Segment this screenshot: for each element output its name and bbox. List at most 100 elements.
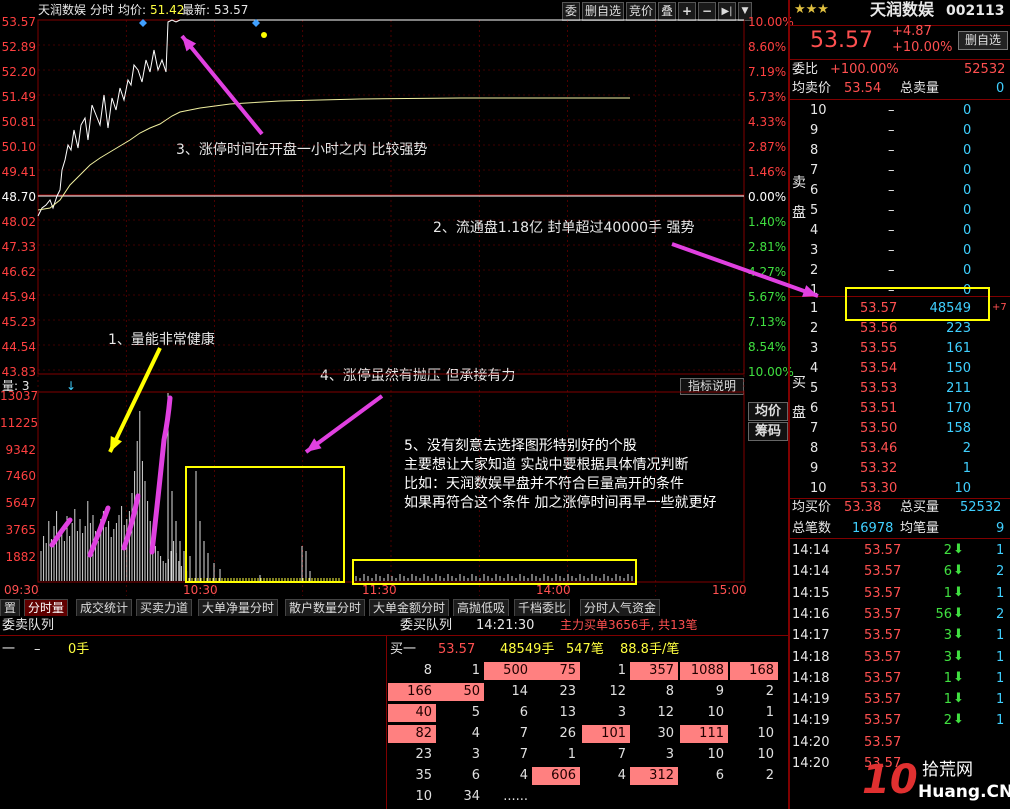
watermark-number: 10 <box>862 757 918 803</box>
tick-volume: 6 <box>943 564 952 580</box>
buy-level-index: 9 <box>810 461 819 476</box>
buy-level-volume: 211 <box>946 381 971 396</box>
avg-sell-value: 53.54 <box>844 81 882 96</box>
step-right-icon[interactable]: ▶| <box>718 2 736 21</box>
volume-tick-label: 5647 <box>5 496 36 511</box>
plus-icon[interactable]: + <box>678 2 696 21</box>
avg-price-button[interactable]: 均价 <box>748 402 788 421</box>
queue-cell: 7 <box>519 747 528 762</box>
auction-button[interactable]: 竞价 <box>626 2 656 21</box>
queue-cell: 7 <box>617 747 626 762</box>
buy-level-index: 6 <box>810 401 819 416</box>
volume-tick-label: 11225 <box>0 415 39 430</box>
tab-9[interactable]: 分时人气资金 <box>580 599 661 617</box>
buy-level-volume: 150 <box>946 361 971 376</box>
tab-0[interactable]: 置 <box>0 599 21 617</box>
tick-time: 14:18 <box>792 670 830 686</box>
buy-level-volume: 158 <box>946 421 971 436</box>
queue-cell: 357 <box>630 662 678 680</box>
sell-level-price: – <box>888 123 895 138</box>
overlay-button[interactable]: 叠 <box>658 2 676 21</box>
queue-cell: 23 <box>559 684 576 699</box>
tab-3[interactable]: 买卖力道 <box>136 599 193 617</box>
annotation-5-line-4: 如果再符合这个条件 加之涨停时间再早一些就更好 <box>404 495 717 511</box>
sell-level-volume: 0 <box>963 203 972 218</box>
tab-6[interactable]: 大单金额分时 <box>369 599 450 617</box>
sell-level-row: 7 – 0 <box>790 161 1010 181</box>
price-tick-label: 48.70 <box>1 190 36 204</box>
tab-4[interactable]: 大单净量分时 <box>198 599 279 617</box>
queue-cell: 3 <box>617 705 626 720</box>
buy-level-index: 8 <box>810 441 819 456</box>
price-line <box>37 19 181 217</box>
price-tick-label: 53.57 <box>1 15 36 29</box>
sell-level-index: 9 <box>810 123 819 138</box>
price-tick-label: 50.81 <box>1 115 36 129</box>
queue-cell: 4 <box>519 768 528 783</box>
sell-level-price: – <box>888 263 895 278</box>
weibi-label: 委比 <box>792 62 819 77</box>
annotation-2: 2、流通盘1.18亿 封单超过40000手 强势 <box>433 220 695 236</box>
time-label-close: 15:00 <box>712 583 747 597</box>
tab-2[interactable]: 成交统计 <box>76 599 133 617</box>
delete-watchlist-button[interactable]: 删自选 <box>582 2 624 21</box>
tick-volume: 3 <box>943 628 952 644</box>
buy-level-row: 1 53.57 48549 +7 <box>790 299 1010 319</box>
buy-level-row: 6 53.51 170 <box>790 399 1010 419</box>
tick-row: 14:14 53.57 2 ⬇ 1 <box>790 541 1010 562</box>
annotation-5: 5、没有刻意去选择图形特别好的个股 主要想让大家知道 实战中要根据具体情况判断 … <box>404 437 716 513</box>
tick-volume: 1 <box>943 670 952 686</box>
queue-cell: 312 <box>630 767 678 785</box>
sell-level-price: – <box>888 243 895 258</box>
buy-level-volume: 2 <box>962 441 971 456</box>
tick-count: 1 <box>996 543 1005 558</box>
sell-row-qty: 0手 <box>68 642 90 657</box>
commission-button[interactable]: 委 <box>562 2 580 21</box>
tick-time: 14:15 <box>792 585 830 601</box>
arrow-3-head <box>182 36 197 52</box>
queue-cell: 606 <box>532 767 580 785</box>
tick-price: 53.57 <box>864 543 902 558</box>
minus-icon[interactable]: − <box>698 2 716 21</box>
tab-8[interactable]: 千档委比 <box>514 599 571 617</box>
tick-row: 14:20 53.57 <box>790 733 1010 754</box>
queue-cell: 26 <box>559 726 576 741</box>
quote-delete-watchlist-button[interactable]: 删自选 <box>958 31 1008 50</box>
tick-time: 14:20 <box>792 756 830 771</box>
tick-row: 14:16 53.57 56 ⬇ 2 <box>790 605 1010 626</box>
quote-price: 53.57 <box>810 28 873 53</box>
indicator-help-button[interactable]: 指标说明 <box>680 378 744 395</box>
buy-queue-title: 委买队列 <box>400 618 453 633</box>
sell-level-price: – <box>888 203 895 218</box>
buy-level-index: 1 <box>810 301 819 316</box>
time-label-open: 09:30 <box>4 583 39 597</box>
price-tick-label: 47.33 <box>1 240 36 254</box>
queue-cell: 166 <box>388 683 436 701</box>
watermark-site: 拾荒网 <box>922 760 973 780</box>
queue-cell: 50 <box>436 683 484 701</box>
queue-cell: 500 <box>484 662 532 680</box>
sell-level-volume: 0 <box>963 103 972 118</box>
sell-level-price: – <box>888 223 895 238</box>
price-tick-label: 50.10 <box>1 140 36 154</box>
tick-time: 14:20 <box>792 734 830 750</box>
rating-stars: ★★★ <box>794 2 829 17</box>
tab-7[interactable]: 高抛低吸 <box>453 599 510 617</box>
percent-tick-label: 1.46% <box>748 165 787 179</box>
down-arrow-icon: ⬇ <box>953 648 964 664</box>
price-frame <box>37 19 745 375</box>
tick-price: 53.57 <box>864 585 902 601</box>
price-tick-label: 48.02 <box>1 215 36 229</box>
sell-level-row: 6 – 0 <box>790 181 1010 201</box>
buy-level-volume: 1 <box>962 461 971 476</box>
tick-price: 53.57 <box>864 628 902 644</box>
tick-price: 53.57 <box>864 734 902 750</box>
tab-1[interactable]: 分时量 <box>24 599 69 617</box>
highlight-stroke2 <box>87 505 111 558</box>
buy-level-row: 4 53.54 150 <box>790 359 1010 379</box>
tab-5[interactable]: 散户数量分时 <box>285 599 366 617</box>
chips-button[interactable]: 筹码 <box>748 422 788 441</box>
tick-price: 53.57 <box>864 606 902 622</box>
sell-level-volume: 0 <box>963 263 972 278</box>
buy-head-avg: 88.8手/笔 <box>620 642 680 657</box>
